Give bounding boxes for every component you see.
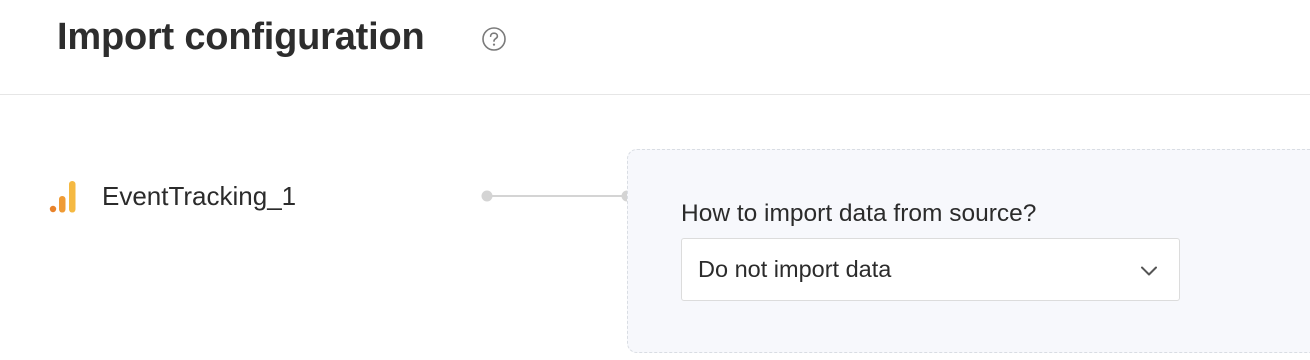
chevron-down-icon xyxy=(1141,266,1157,276)
page-header: Import configuration xyxy=(0,0,1310,95)
import-config-panel: How to import data from source? Do not i… xyxy=(627,149,1310,353)
analytics-bars-icon xyxy=(49,181,76,213)
source-item: EventTracking_1 xyxy=(48,176,296,216)
import-question-label: How to import data from source? xyxy=(681,200,1037,227)
page-title: Import configuration xyxy=(57,16,425,58)
import-mode-value: Do not import data xyxy=(698,256,892,282)
import-mode-select[interactable]: Do not import data xyxy=(681,238,1180,301)
question-circle-icon[interactable] xyxy=(481,26,507,52)
source-name: EventTracking_1 xyxy=(102,180,297,211)
connector-line xyxy=(481,190,633,202)
